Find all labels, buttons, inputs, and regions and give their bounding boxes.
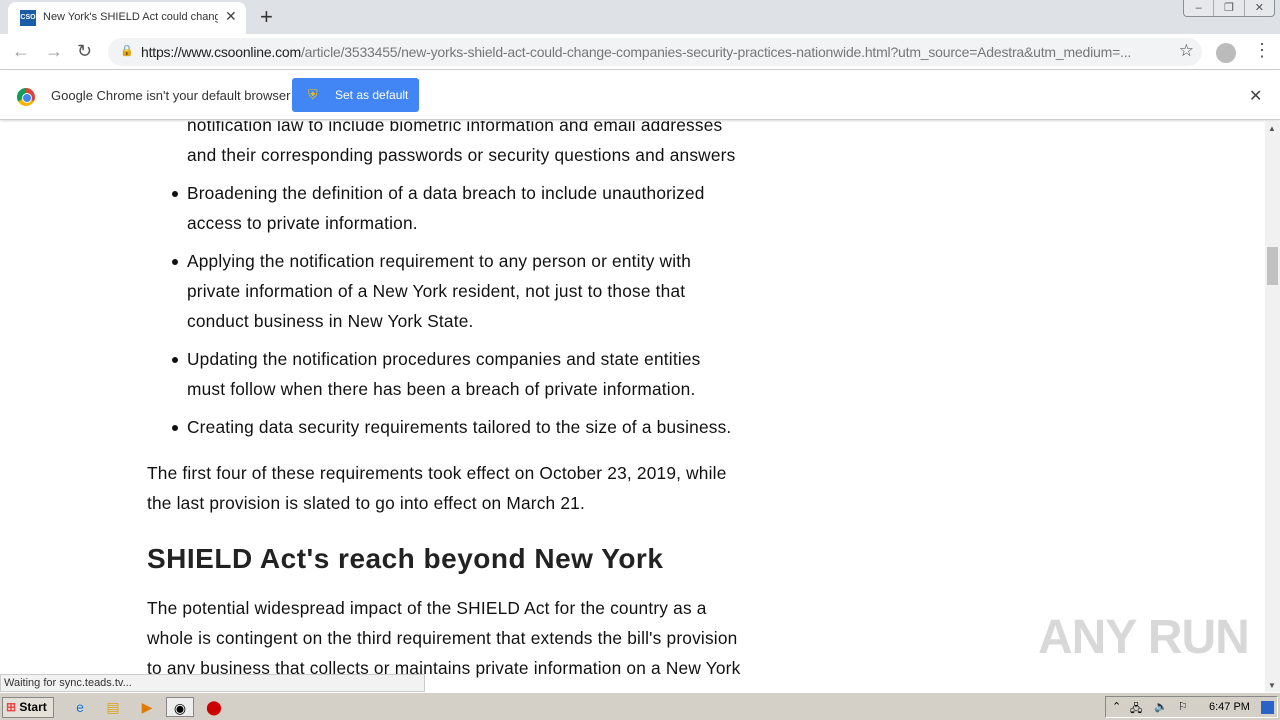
paragraph-line: The first four of these requirements too…	[147, 463, 727, 483]
start-label: Start	[19, 700, 47, 714]
list-item-line: private information of a New York reside…	[187, 281, 686, 301]
new-tab-button[interactable]: +	[260, 4, 273, 30]
list-item-line: conduct business in New York State.	[187, 311, 474, 331]
browser-tab[interactable]: CSO New York's SHIELD Act could change c…	[8, 2, 246, 34]
clock[interactable]: 6:47 PM	[1209, 701, 1250, 713]
article-content: notification law to include biometric in…	[0, 121, 1265, 692]
scroll-up-icon[interactable]: ▲	[1268, 124, 1276, 133]
list-item-line: Updating the notification procedures com…	[187, 349, 701, 369]
start-button[interactable]: ⊞ Start	[2, 697, 54, 718]
paragraph-line: whole is contingent on the third require…	[147, 628, 738, 648]
windows-logo-icon: ⊞	[6, 700, 17, 714]
list-item-line: Creating data security requirements tail…	[187, 417, 732, 437]
media-player-icon[interactable]: ▶	[137, 697, 157, 717]
reload-icon[interactable]: ↻	[77, 41, 92, 62]
explorer-icon[interactable]: ▤	[103, 697, 123, 717]
system-tray: ⌃ 🖧 🔈 ⚐ 6:47 PM	[1105, 696, 1278, 718]
close-infobar-icon[interactable]: ✕	[1249, 86, 1262, 106]
text-line: notification law to include biometric in…	[187, 121, 723, 135]
bullet-icon	[172, 357, 178, 363]
text-line: and their corresponding passwords or sec…	[187, 145, 736, 165]
infobar-message: Google Chrome isn't your default browser	[51, 88, 291, 103]
anyrun-watermark: ANY RUN	[1038, 611, 1250, 664]
flag-icon[interactable]: ⚐	[1178, 700, 1188, 713]
list-item-line: access to private information.	[187, 213, 418, 233]
bullet-icon	[172, 259, 178, 265]
menu-icon[interactable]: ⋮	[1253, 40, 1271, 61]
set-as-default-label: Set as default	[335, 88, 409, 102]
profile-avatar[interactable]	[1216, 43, 1236, 63]
bookmark-star-icon[interactable]: ☆	[1179, 41, 1194, 61]
favicon-icon: CSO	[20, 10, 36, 26]
scrollbar[interactable]: ▲ ▼	[1265, 121, 1280, 692]
chrome-logo-icon	[17, 88, 35, 106]
tab-title: New York's SHIELD Act could change compa…	[43, 11, 218, 23]
volume-icon[interactable]: 🔈	[1154, 700, 1168, 713]
window-controls: – ❐ ✕	[1183, 0, 1275, 17]
taskbar: ⊞ Start e ▤ ▶ ◉ ⬤ ⌃ 🖧 🔈 ⚐ 6:47 PM	[0, 692, 1280, 720]
list-item-line: Broadening the definition of a data brea…	[187, 183, 705, 203]
address-bar[interactable]: 🔒 https://www.csoonline.com/article/3533…	[108, 38, 1202, 66]
list-item-line: must follow when there has been a breach…	[187, 379, 696, 399]
url-text: https://www.csoonline.com/article/353345…	[141, 44, 1132, 60]
paragraph-line: The potential widespread impact of the S…	[147, 598, 707, 618]
paragraph-line: the last provision is slated to go into …	[147, 493, 585, 513]
show-hidden-icon[interactable]: ⌃	[1112, 700, 1121, 713]
network-icon[interactable]: 🖧	[1130, 700, 1142, 719]
section-heading: SHIELD Act's reach beyond New York	[147, 543, 664, 574]
bullet-icon	[172, 191, 178, 197]
default-browser-infobar: Google Chrome isn't your default browser…	[0, 71, 1280, 120]
opera-icon[interactable]: ⬤	[204, 697, 224, 717]
scroll-down-icon[interactable]: ▼	[1268, 681, 1276, 690]
close-tab-icon[interactable]: ✕	[225, 8, 237, 25]
bullet-icon	[172, 425, 178, 431]
scrollbar-thumb[interactable]	[1267, 247, 1278, 285]
close-window-button[interactable]: ✕	[1245, 0, 1274, 16]
minimize-button[interactable]: –	[1184, 0, 1215, 16]
lock-icon: 🔒	[120, 45, 134, 57]
status-bubble: Waiting for sync.teads.tv...	[0, 674, 425, 692]
ie-icon[interactable]: e	[70, 697, 90, 717]
shield-icon: ⛨	[308, 87, 318, 102]
list-item-line: Applying the notification requirement to…	[187, 251, 692, 271]
back-icon[interactable]: ←	[12, 41, 30, 62]
chrome-taskbar-icon[interactable]: ◉	[166, 697, 194, 717]
tab-strip: CSO New York's SHIELD Act could change c…	[0, 0, 1280, 34]
restore-button[interactable]: ❐	[1214, 0, 1245, 16]
show-desktop-icon[interactable]	[1261, 701, 1274, 714]
forward-icon[interactable]: →	[45, 41, 63, 62]
toolbar: ← → ↻ 🔒 https://www.csoonline.com/articl…	[0, 34, 1280, 70]
set-as-default-button[interactable]: ⛨ Set as default	[292, 78, 419, 112]
